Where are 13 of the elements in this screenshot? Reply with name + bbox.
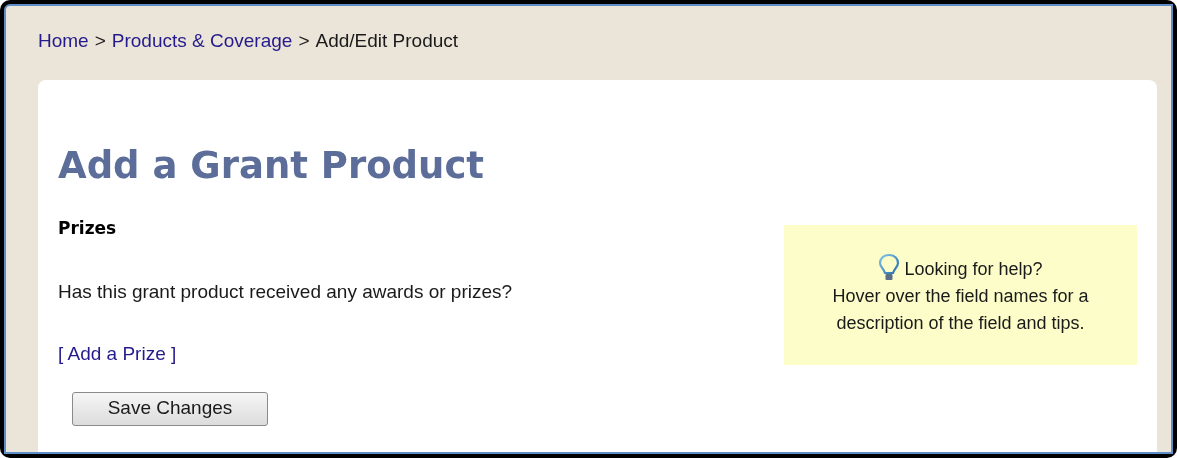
section-heading: Prizes [58,217,117,240]
breadcrumb-separator: > [94,28,106,53]
breadcrumb-link[interactable]: Products & Coverage [111,26,293,56]
page-title: Add a Grant Product [58,143,485,189]
breadcrumb-current: Add/Edit Product [315,28,459,53]
question-text: Has this grant product received any awards or prizes? [58,279,513,304]
add-prize-link[interactable]: [ Add a Prize ] [58,340,177,369]
breadcrumb-link[interactable]: Home [38,26,89,56]
help-title: Looking for help? [904,258,1043,281]
save-button[interactable]: Save Changes [72,391,268,426]
help-text: Hover over the field names for a description of the field and tips. [831,285,1090,335]
breadcrumb-separator: > [298,28,310,53]
lightbulb-icon [878,253,901,283]
